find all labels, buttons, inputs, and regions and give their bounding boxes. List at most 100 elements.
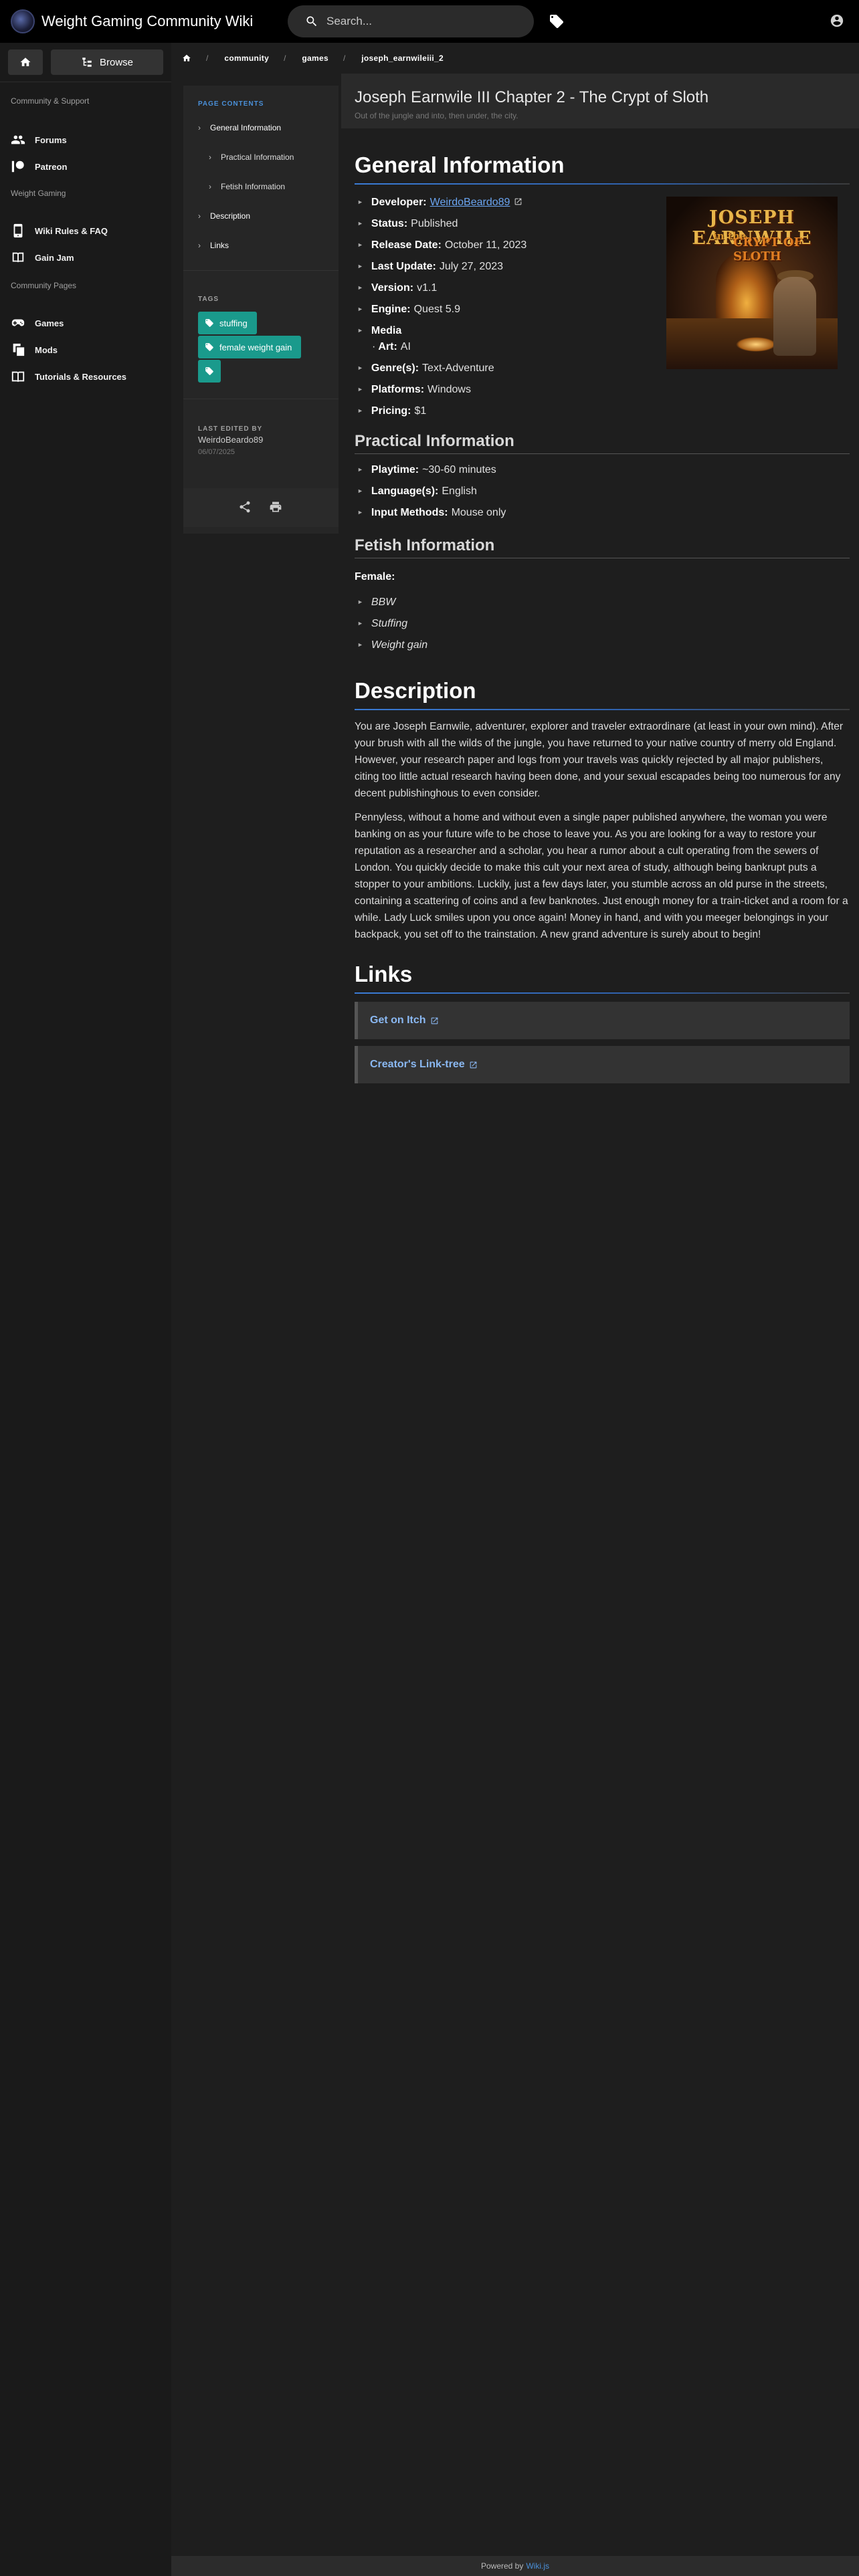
bullet-icon: ►	[357, 306, 363, 312]
info-label: Developer:	[371, 197, 427, 208]
info-playtime: ► Playtime: ~30-60 minutes	[357, 464, 496, 476]
link-label: Get on Itch	[370, 1014, 426, 1026]
chevron-right-icon: ›	[209, 182, 211, 191]
toc-item-links[interactable]: › Links	[198, 241, 229, 250]
home-button[interactable]	[8, 49, 43, 75]
toc-item-description[interactable]: › Description	[198, 211, 250, 221]
book-icon	[12, 252, 24, 263]
print-button[interactable]	[269, 500, 282, 514]
phone-icon	[13, 223, 23, 238]
info-status: ► Status: Published	[357, 218, 458, 230]
toc-item-general-information[interactable]: › General Information	[198, 123, 281, 132]
heading-links: Links	[355, 962, 413, 986]
link-creators-link-tree[interactable]: Creator's Link-tree	[355, 1046, 850, 1083]
game-cover-image: JOSEPH EARNWILE in the CRYPT OF SLOTH	[666, 197, 838, 369]
toc-item-label: Links	[210, 241, 229, 250]
info-label: Release Date:	[371, 239, 442, 251]
fetish-item: ► Stuffing	[357, 618, 407, 630]
search-input[interactable]: Search...	[288, 5, 534, 37]
left-navigation: Browse Community & Support Forums Patreo…	[0, 43, 171, 2576]
nav-item-tutorials[interactable]: Tutorials & Resources	[11, 369, 126, 384]
patreon-icon	[11, 160, 24, 173]
info-label: Engine:	[371, 304, 411, 315]
tags-button[interactable]	[549, 13, 565, 29]
external-link-icon	[431, 1017, 438, 1024]
tags-all-button[interactable]	[198, 360, 221, 383]
bullet-icon: ►	[357, 620, 363, 627]
fetish-item-label: Weight gain	[371, 639, 428, 651]
nav-item-wiki-rules[interactable]: Wiki Rules & FAQ	[11, 223, 108, 238]
share-button[interactable]	[238, 500, 252, 514]
home-icon	[20, 58, 31, 66]
bullet-icon: ►	[357, 327, 363, 334]
toc-item-practical-information[interactable]: › Practical Information	[209, 152, 294, 162]
search-icon	[306, 16, 317, 27]
info-value: v1.1	[417, 282, 438, 294]
info-developer: ► Developer: WeirdoBeardo89	[357, 197, 522, 209]
sub-bullet: ·	[372, 341, 376, 352]
description-paragraph: Pennyless, without a home and without ev…	[355, 812, 848, 940]
link-label: Creator's Link-tree	[370, 1059, 465, 1070]
home-icon[interactable]	[182, 53, 191, 63]
link-get-on-itch[interactable]: Get on Itch	[355, 1002, 850, 1039]
book-open-icon	[11, 371, 25, 383]
nav-item-label: Tutorials & Resources	[35, 371, 127, 382]
nav-item-mods[interactable]: Mods	[11, 342, 58, 357]
developer-link[interactable]: WeirdoBeardo89	[430, 197, 510, 209]
wikijs-link[interactable]: Wiki.js	[526, 2561, 549, 2571]
site-logo[interactable]	[11, 9, 35, 33]
breadcrumb-item[interactable]: community	[224, 53, 269, 63]
cover-candles	[736, 337, 776, 352]
page-actions	[183, 488, 339, 527]
breadcrumb-separator: /	[284, 53, 286, 63]
heading-rule	[355, 992, 850, 994]
bullet-icon: ►	[357, 284, 363, 291]
top-bar: Weight Gaming Community Wiki Search...	[0, 0, 859, 43]
footer: Powered by Wiki.js	[171, 2556, 859, 2576]
fetish-item-label: BBW	[371, 597, 396, 608]
info-label: Input Methods:	[371, 507, 448, 518]
tag-icon	[205, 319, 213, 327]
browse-button[interactable]: Browse	[51, 49, 163, 75]
info-label: Pricing:	[371, 405, 411, 417]
info-art: · Art: AI	[372, 341, 411, 353]
nav-header-community: Community & Support	[11, 96, 90, 106]
description-paragraph: You are Joseph Earnwile, adventurer, exp…	[355, 721, 844, 799]
account-button[interactable]	[830, 13, 846, 29]
chevron-right-icon: ›	[198, 241, 201, 250]
page-contents-label: PAGE CONTENTS	[198, 100, 264, 108]
bullet-icon: ►	[357, 241, 363, 248]
last-edited-user[interactable]: WeirdoBeardo89	[198, 435, 263, 445]
gamepad-icon	[11, 319, 25, 326]
breadcrumb-separator: /	[343, 53, 346, 63]
tags-icon	[550, 15, 563, 28]
info-label: Language(s):	[371, 486, 439, 497]
info-value: Mouse only	[451, 507, 506, 518]
nav-item-label: Patreon	[35, 161, 68, 172]
info-input-methods: ► Input Methods: Mouse only	[357, 507, 506, 519]
divider	[183, 270, 339, 271]
bullet-icon: ►	[357, 641, 363, 648]
bullet-icon: ►	[357, 466, 363, 473]
breadcrumb-item[interactable]: games	[302, 53, 328, 63]
nav-item-label: Wiki Rules & FAQ	[35, 225, 108, 236]
info-label: Last Update:	[371, 261, 436, 272]
tag-stuffing[interactable]: stuffing	[198, 312, 257, 334]
info-value: July 27, 2023	[439, 261, 504, 272]
toc-item-fetish-information[interactable]: › Fetish Information	[209, 182, 285, 191]
page-contents-panel: PAGE CONTENTS › General Information › Pr…	[183, 86, 339, 534]
nav-item-forums[interactable]: Forums	[11, 132, 67, 147]
tag-female-weight-gain[interactable]: female weight gain	[198, 336, 302, 358]
chevron-right-icon: ›	[198, 123, 201, 132]
external-link-icon	[510, 197, 522, 209]
bullet-icon: ►	[357, 509, 363, 516]
nav-item-patreon[interactable]: Patreon	[11, 159, 67, 174]
info-value: ~30-60 minutes	[422, 464, 496, 475]
nav-item-gain-jam[interactable]: Gain Jam	[11, 250, 74, 265]
print-icon	[270, 502, 282, 512]
site-title[interactable]: Weight Gaming Community Wiki	[41, 13, 253, 30]
bullet-icon: ►	[357, 386, 363, 393]
nav-item-games[interactable]: Games	[11, 316, 64, 330]
breadcrumb-item[interactable]: joseph_earnwileiii_2	[361, 53, 444, 63]
info-value: Windows	[427, 384, 471, 395]
